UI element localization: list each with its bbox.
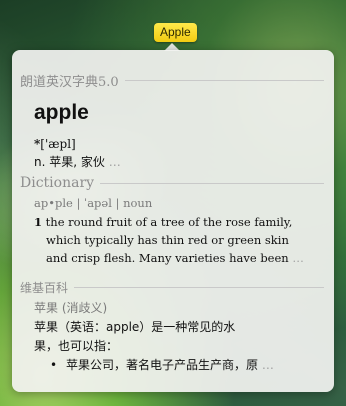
sense-number: 1: [34, 215, 43, 229]
chinese-definition: n. 苹果, 家伙 …: [34, 153, 121, 170]
headword: apple: [34, 101, 89, 124]
pronunciation-line: ap•ple | ˈapəl | noun: [34, 196, 153, 210]
selected-word-tag: Apple: [154, 23, 197, 42]
definition-line-2: which typically has thin red or green sk…: [46, 233, 289, 247]
dictionary-header-label: Dictionary: [20, 175, 95, 191]
definition-line-3: and crisp flesh. Many varieties have bee…: [34, 249, 312, 267]
youdao-header-label: 朗道英汉字典5.0: [20, 74, 119, 90]
wikipedia-body-line-2: 果，也可以指：: [34, 339, 119, 353]
dictionary-definition: 1 the round fruit of a tree of the rose …: [34, 213, 312, 267]
dictionary-section-header[interactable]: Dictionary: [20, 174, 324, 192]
section-divider: [124, 79, 324, 81]
definition-line-1: the round fruit of a tree of the rose fa…: [45, 215, 293, 229]
wikipedia-list-item-text: 苹果公司，著名电子产品生产商，原: [66, 358, 259, 372]
bullet-marker: •: [50, 358, 58, 372]
phonetic-text: ['æpl]: [40, 137, 76, 151]
section-divider: [74, 286, 324, 288]
more-ellipsis[interactable]: …: [262, 358, 274, 372]
wikipedia-section-header[interactable]: 维基百科: [20, 278, 324, 296]
wikipedia-list-item: • 苹果公司，著名电子产品生产商，原 …: [50, 356, 312, 373]
wikipedia-body-line-1: 苹果（英语：apple）是一种常见的水: [34, 320, 236, 334]
wikipedia-body: 苹果（英语：apple）是一种常见的水 果，也可以指：: [34, 318, 310, 356]
wikipedia-subtitle: 苹果 (消歧义): [34, 301, 108, 315]
definition-line-3-text: and crisp flesh. Many varieties have bee…: [46, 251, 289, 265]
section-divider: [100, 182, 324, 184]
chinese-definition-text: n. 苹果, 家伙: [34, 155, 105, 169]
more-ellipsis[interactable]: …: [292, 251, 304, 265]
wikipedia-header-label: 维基百科: [20, 280, 69, 295]
phonetic: *['æpl]: [34, 137, 76, 151]
more-ellipsis[interactable]: …: [109, 155, 121, 169]
youdao-section-header[interactable]: 朗道英汉字典5.0: [20, 71, 324, 90]
